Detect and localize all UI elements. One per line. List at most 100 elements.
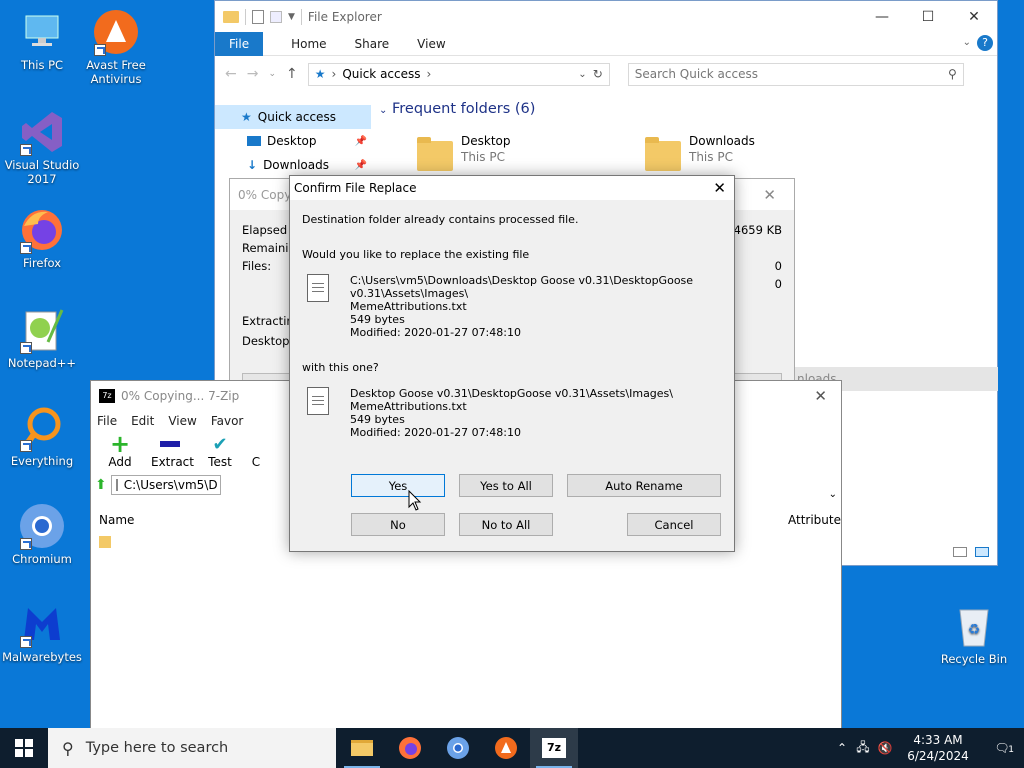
pin-icon: 📌 — [354, 135, 367, 147]
sevenzip-logo-icon: 7z — [99, 389, 115, 403]
menu-view[interactable]: View — [168, 414, 196, 428]
taskbar-file-explorer[interactable] — [338, 728, 386, 768]
forward-arrow-icon[interactable]: → — [247, 66, 259, 82]
properties-icon[interactable] — [252, 9, 264, 24]
size-value: 4659 KB — [733, 223, 782, 237]
nav-item-desktop[interactable]: Desktop 📌 — [215, 129, 371, 153]
address-bar-row: ← → ⌄ ↑ ★ › Quick access › ⌄ ↻ Search Qu… — [215, 56, 997, 92]
close-button[interactable]: ✕ — [951, 1, 997, 32]
taskbar-7zip[interactable]: 7z — [530, 728, 578, 768]
tab-file[interactable]: File — [215, 31, 264, 56]
frequent-folders-header[interactable]: ⌄ Frequent folders (6) — [379, 101, 535, 117]
folder-desktop[interactable]: Desktop This PC — [461, 134, 511, 164]
confirm-file-replace-dialog[interactable]: Confirm File Replace ✕ Destination folde… — [289, 175, 735, 552]
desktop-icon-avast[interactable]: Avast Free Antivirus — [74, 8, 158, 86]
start-button[interactable] — [0, 728, 48, 768]
desktop-icon-chromium[interactable]: Chromium — [0, 502, 84, 566]
notification-icon[interactable]: 🗨 1 — [980, 741, 1024, 755]
nav-item-quick-access[interactable]: ★ Quick access — [215, 105, 371, 129]
folder-icon[interactable] — [99, 536, 111, 548]
maximize-button[interactable]: ☐ — [905, 1, 951, 32]
extract-button[interactable]: Extract — [151, 433, 194, 469]
taskbar-avast[interactable] — [482, 728, 530, 768]
close-icon[interactable]: ✕ — [713, 179, 726, 197]
desktop-icon-this-pc[interactable]: This PC — [0, 8, 84, 72]
path-text: C:\Users\vm5\D — [123, 478, 218, 492]
column-header-name[interactable]: Name — [99, 513, 134, 527]
cancel-button[interactable]: Cancel — [627, 513, 721, 536]
back-arrow-icon[interactable]: ← — [225, 66, 237, 82]
menu-favorites[interactable]: Favor — [211, 414, 244, 428]
confirm-titlebar[interactable]: Confirm File Replace ✕ — [290, 176, 734, 200]
folder-icon[interactable] — [417, 137, 453, 171]
desktop-icon-recycle-bin[interactable]: ♻ Recycle Bin — [932, 602, 1016, 666]
network-icon[interactable]: 🖧 — [852, 738, 874, 759]
clock-date: 6/24/2024 — [907, 749, 969, 763]
tab-view[interactable]: View — [403, 32, 459, 56]
chevron-down-icon[interactable]: ⌄ — [829, 489, 837, 500]
desktop-icon-malwarebytes[interactable]: Malwarebytes — [0, 600, 84, 664]
search-input[interactable]: Search Quick access ⚲ — [627, 62, 964, 86]
up-folder-icon[interactable]: ⬆ — [95, 477, 107, 493]
address-box[interactable]: ★ › Quick access › ⌄ ↻ — [307, 62, 610, 86]
sevenzip-logo-icon: 7z — [542, 738, 566, 758]
close-icon[interactable]: ✕ — [763, 186, 776, 204]
path-input[interactable]: C:\Users\vm5\D — [110, 475, 221, 495]
refresh-icon[interactable]: ↻ — [593, 67, 603, 81]
desktop-icon-notepadpp[interactable]: Notepad++ — [0, 306, 84, 370]
tab-home[interactable]: Home — [277, 32, 340, 56]
chevron-up-icon[interactable]: ⌃ — [832, 741, 852, 755]
chromium-icon — [18, 502, 66, 550]
taskbar-search-placeholder: Type here to search — [85, 740, 229, 756]
star-icon: ★ — [241, 110, 252, 124]
menu-edit[interactable]: Edit — [131, 414, 154, 428]
up-arrow-icon[interactable]: ↑ — [286, 66, 298, 82]
help-icon[interactable]: ? — [977, 35, 993, 51]
folder-icon[interactable] — [645, 137, 681, 171]
details-view-icon[interactable] — [953, 547, 967, 557]
dialog-question: Would you like to replace the existing f… — [302, 248, 530, 261]
auto-rename-button[interactable]: Auto Rename — [567, 474, 721, 497]
menu-file[interactable]: File — [97, 414, 117, 428]
ribbon: File Home Share View ⌄ ? — [215, 31, 997, 56]
large-icons-view-icon[interactable] — [975, 547, 989, 557]
sevenzip-title: 0% Copying... 7-Zip — [121, 389, 240, 403]
clock[interactable]: 4:33 AM 6/24/2024 — [896, 732, 980, 764]
yes-button[interactable]: Yes — [351, 474, 445, 497]
no-to-all-button[interactable]: No to All — [459, 513, 553, 536]
address-text: Quick access — [342, 67, 421, 81]
minimize-button[interactable]: — — [859, 1, 905, 32]
tab-share[interactable]: Share — [341, 32, 404, 56]
svg-text:♻: ♻ — [968, 622, 981, 638]
path-icon — [115, 479, 118, 491]
desktop-icon-label: Firefox — [22, 256, 62, 270]
chevron-down-icon[interactable]: ▼ — [288, 12, 295, 22]
existing-file-name: MemeAttributions.txt — [350, 300, 467, 313]
taskbar-search-box[interactable]: ⚲ Type here to search — [48, 728, 336, 768]
no-button[interactable]: No — [351, 513, 445, 536]
column-header-attributes[interactable]: Attribute — [788, 513, 841, 527]
nav-item-downloads[interactable]: ↓ Downloads 📌 — [215, 153, 371, 177]
explorer-titlebar[interactable]: ▼ File Explorer — ☐ ✕ — [215, 1, 997, 32]
add-button[interactable]: + Add — [101, 432, 139, 469]
chevron-down-icon[interactable]: ⌄ — [268, 69, 276, 79]
visual-studio-icon — [18, 108, 66, 156]
extract-label: Extract — [151, 455, 194, 469]
taskbar-firefox[interactable] — [386, 728, 434, 768]
close-icon[interactable]: ✕ — [814, 387, 827, 405]
folder-name: Desktop — [461, 134, 511, 148]
desktop-icon-firefox[interactable]: Firefox — [0, 206, 84, 270]
chevron-down-icon[interactable]: ⌄ — [578, 69, 586, 80]
new-folder-icon[interactable] — [270, 10, 282, 23]
chevron-down-icon[interactable]: ⌄ — [963, 37, 971, 48]
desktop-icon-label: Everything — [10, 454, 74, 468]
yes-to-all-button[interactable]: Yes to All — [459, 474, 553, 497]
copy-button[interactable]: C — [251, 433, 261, 469]
folder-downloads[interactable]: Downloads This PC — [689, 134, 755, 164]
desktop-icon-visual-studio[interactable]: Visual Studio 2017 — [0, 108, 84, 186]
test-button[interactable]: ✔ Test — [201, 433, 239, 470]
volume-muted-icon[interactable]: 🔇 — [874, 741, 896, 755]
window-title: File Explorer — [307, 9, 382, 24]
desktop-icon-everything[interactable]: Everything — [0, 404, 84, 468]
taskbar-chromium[interactable] — [434, 728, 482, 768]
